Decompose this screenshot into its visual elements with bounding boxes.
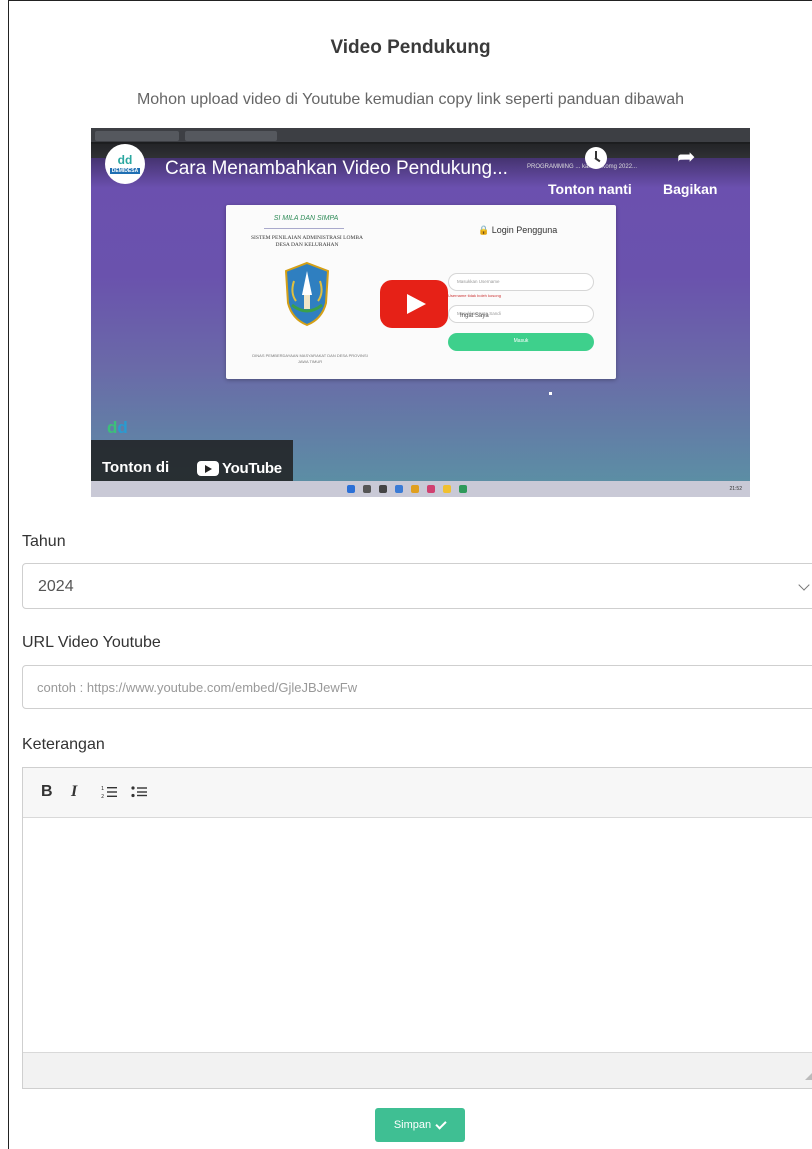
mouse-cursor-icon (549, 392, 552, 395)
search-icon (363, 485, 371, 493)
taskview-icon (379, 485, 387, 493)
login-submit: Masuk (448, 333, 594, 351)
watch-later-icon[interactable] (585, 147, 607, 169)
channel-logo[interactable]: dd DEMIDESA (105, 144, 145, 184)
notes-label: Keterangan (22, 736, 105, 753)
year-label: Tahun (22, 533, 66, 550)
windows-taskbar: 21:52 (91, 481, 750, 497)
login-remember: Ingat Saya (460, 313, 489, 319)
svg-text:2: 2 (101, 794, 104, 799)
section-title: Video Pendukung (330, 37, 491, 58)
login-title-text: Login Pengguna (491, 225, 558, 235)
login-footer: DINAS PEMBERDAYAAN MASYARAKAT DAN DESA P… (252, 353, 368, 364)
chrome-icon (411, 485, 419, 493)
start-icon (347, 485, 355, 493)
ordered-list-icon[interactable]: 1 2 (101, 785, 117, 799)
chat-icon (395, 485, 403, 493)
youtube-logo-icon: YouTube (197, 458, 282, 478)
youtube-play-icon (197, 460, 219, 476)
section-subtitle: Mohon upload video di Youtube kemudian c… (136, 91, 685, 108)
youtube-embed[interactable]: dd DEMIDESA Cara Menambahkan Video Pendu… (91, 128, 750, 497)
browser-tab-tail: PROGRAMMING ... kamus Komg 2022... (527, 164, 638, 170)
url-label: URL Video Youtube (22, 634, 161, 651)
login-system-name: SISTEM PENILAIAN ADMINISTRASI LOMBA DESA… (251, 235, 363, 248)
login-brand: SI MILA DAN SIMPA (273, 215, 339, 222)
editor-statusbar (23, 1052, 812, 1088)
login-brand-underline (264, 228, 344, 229)
share-icon[interactable]: ➦ (677, 146, 703, 168)
svg-text:1: 1 (101, 786, 104, 792)
save-label: Simpan (393, 1119, 432, 1131)
notes-editor[interactable]: B I 1 2 (22, 767, 812, 1089)
url-placeholder: contoh : https://www.youtube.com/embed/G… (37, 680, 358, 695)
chevron-down-icon (798, 579, 810, 591)
editor-toolbar: B I 1 2 (23, 768, 812, 818)
east-java-emblem-icon (284, 261, 330, 327)
username-placeholder: Masukkan Username (457, 279, 500, 284)
login-username-error: Username tidak boleh kosong (448, 293, 501, 298)
folder-icon (443, 485, 451, 493)
year-select[interactable]: 2024 (22, 563, 812, 609)
resize-handle-icon[interactable] (805, 1070, 812, 1080)
channel-watermark-icon: dd (107, 418, 128, 437)
save-button[interactable]: Simpan (375, 1108, 465, 1142)
play-button-icon[interactable] (380, 280, 448, 328)
year-value: 2024 (38, 578, 74, 595)
unordered-list-icon[interactable] (131, 785, 147, 799)
italic-button[interactable]: I (71, 783, 77, 801)
login-title: 🔒 Login Pengguna (478, 225, 558, 235)
watch-on-label: Tonton di (102, 459, 170, 476)
share-label[interactable]: Bagikan (663, 181, 717, 197)
taskbar-clock: 21:52 (729, 486, 742, 492)
login-submit-label: Masuk (513, 338, 529, 344)
watch-later-label[interactable]: Tonton nanti (548, 181, 632, 197)
youtube-wordmark: YouTube (222, 459, 282, 477)
app-icon (427, 485, 435, 493)
channel-logo-text: DEMIDESA (109, 168, 141, 174)
check-icon (435, 1117, 447, 1130)
excel-icon (459, 485, 467, 493)
login-username-field: Masukkan Username (448, 273, 594, 291)
video-title[interactable]: Cara Menambahkan Video Pendukung... (165, 158, 508, 180)
url-input[interactable]: contoh : https://www.youtube.com/embed/G… (22, 665, 812, 709)
bold-button[interactable]: B (41, 783, 53, 801)
